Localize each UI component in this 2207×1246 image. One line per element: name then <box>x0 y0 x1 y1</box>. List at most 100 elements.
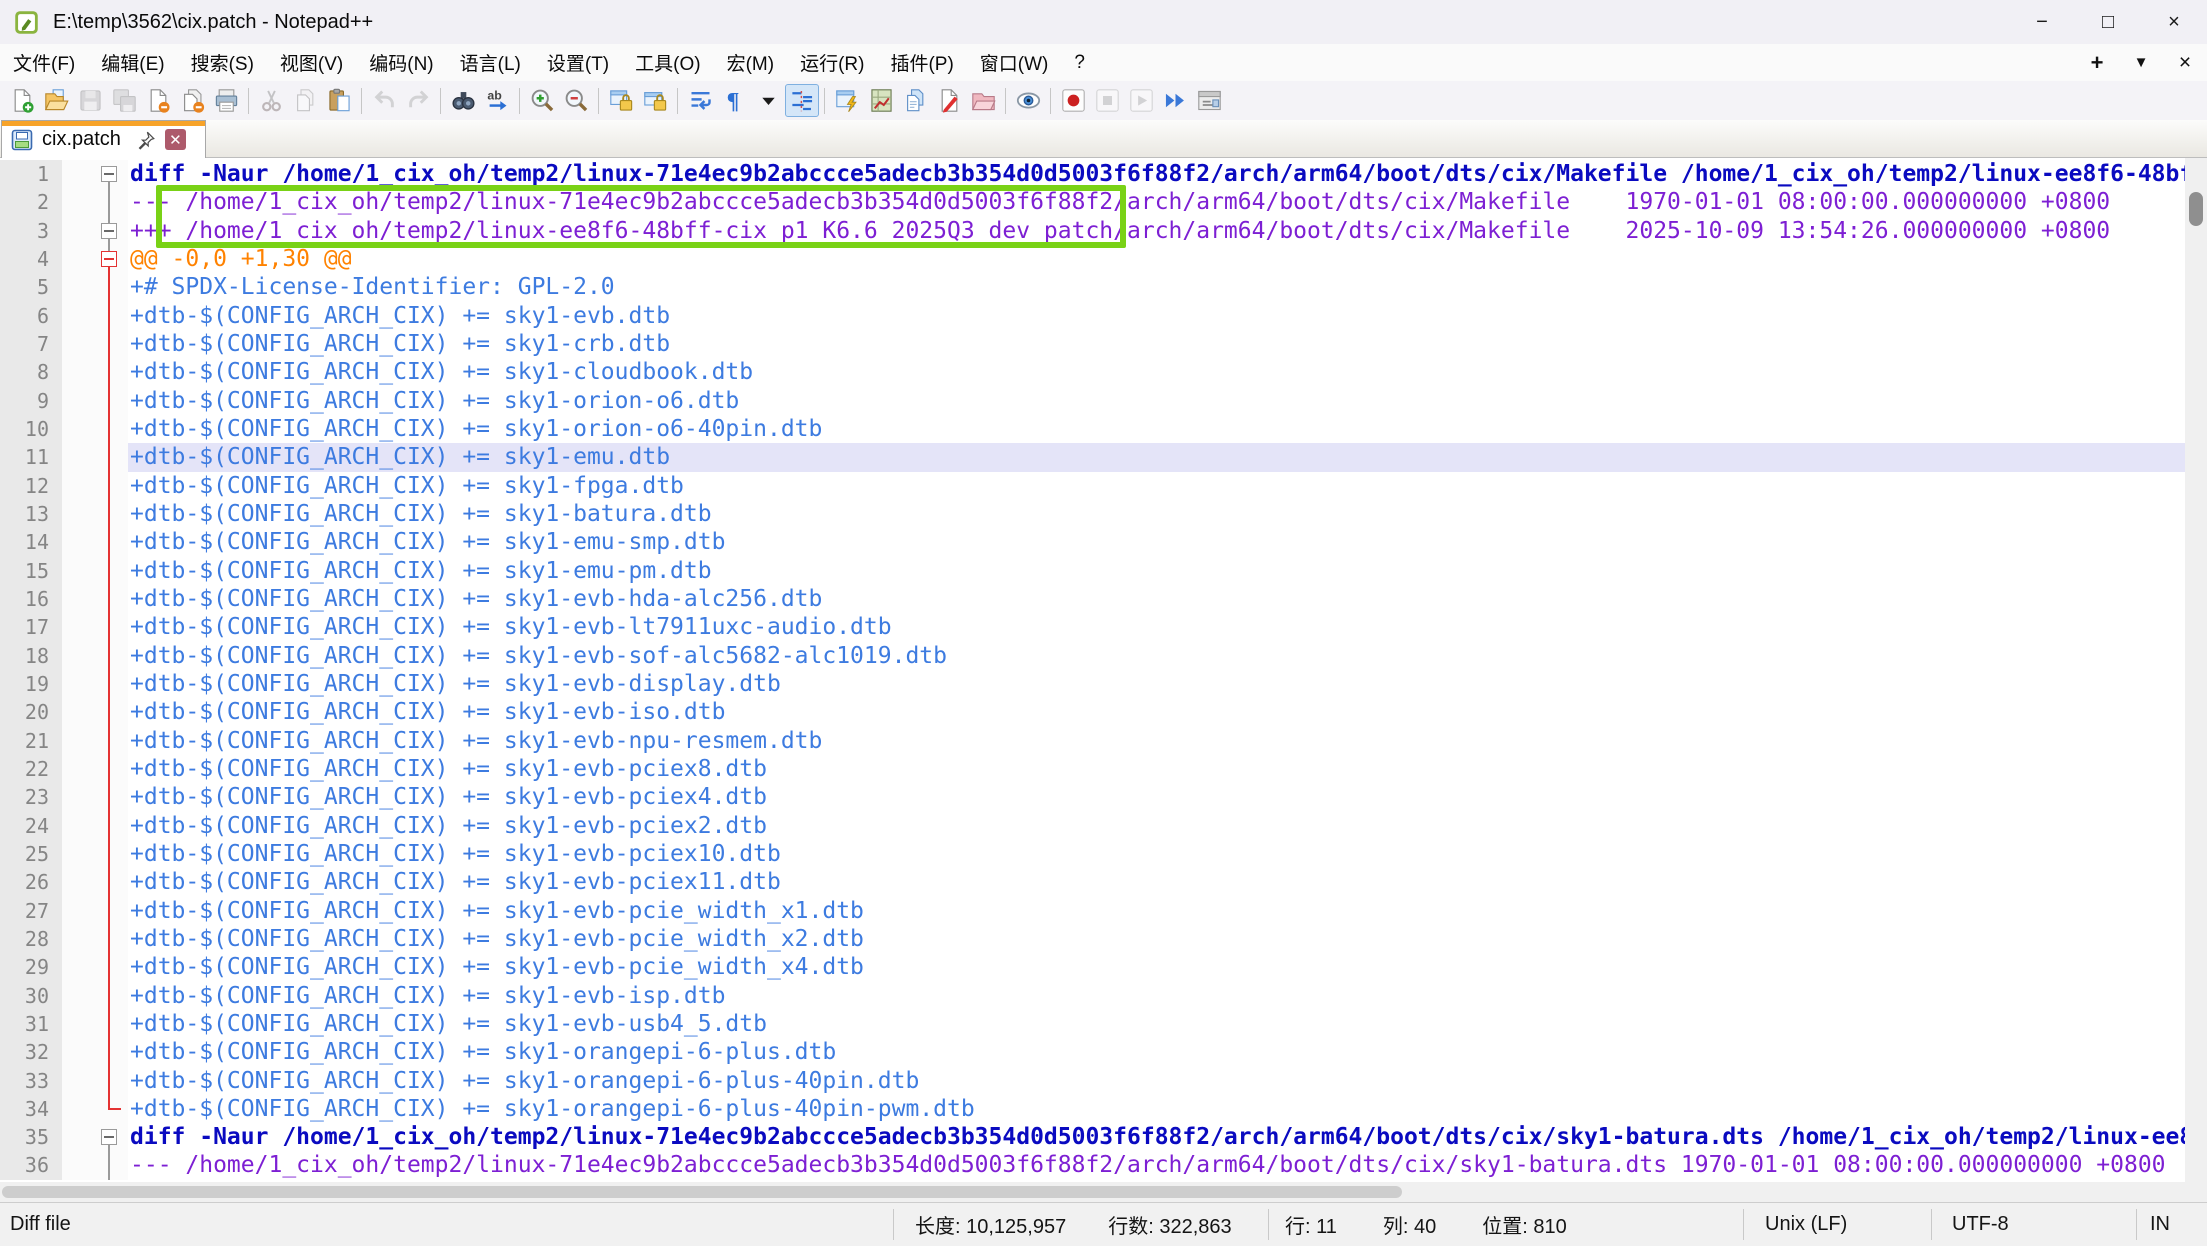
code-text[interactable]: +dtb-$(CONFIG_ARCH_CIX) += sky1-emu.dtb <box>128 443 2185 471</box>
code-text[interactable]: +dtb-$(CONFIG_ARCH_CIX) += sky1-evb-pcie… <box>128 897 2185 925</box>
zoom-out-button[interactable] <box>559 84 593 117</box>
code-text[interactable]: +dtb-$(CONFIG_ARCH_CIX) += sky1-emu-pm.d… <box>128 557 2185 585</box>
close-tab-button[interactable]: × <box>2163 44 2207 81</box>
menu-item-settings[interactable]: 设置(T) <box>534 44 622 81</box>
caret-down-button[interactable] <box>751 84 785 117</box>
code-text[interactable]: +dtb-$(CONFIG_ARCH_CIX) += sky1-orangepi… <box>128 1038 2185 1066</box>
line-number[interactable]: 35 <box>0 1123 62 1151</box>
copy-button[interactable] <box>288 84 322 117</box>
code-text[interactable]: +dtb-$(CONFIG_ARCH_CIX) += sky1-evb-npu-… <box>128 727 2185 755</box>
save-all-button[interactable] <box>107 84 141 117</box>
sync-horizontal-button[interactable] <box>638 84 672 117</box>
line-number[interactable]: 32 <box>0 1038 62 1066</box>
code-text[interactable]: +# SPDX-License-Identifier: GPL-2.0 <box>128 273 2185 301</box>
print-button[interactable] <box>209 84 243 117</box>
code-text[interactable]: +dtb-$(CONFIG_ARCH_CIX) += sky1-evb-pcie… <box>128 812 2185 840</box>
code-text[interactable]: +dtb-$(CONFIG_ARCH_CIX) += sky1-evb-pcie… <box>128 925 2185 953</box>
tab-close-button[interactable]: ✕ <box>165 129 186 150</box>
code-text[interactable]: +dtb-$(CONFIG_ARCH_CIX) += sky1-orion-o6… <box>128 415 2185 443</box>
close-button[interactable]: × <box>2141 0 2207 44</box>
fold-margin[interactable] <box>62 160 128 188</box>
line-number[interactable]: 12 <box>0 472 62 500</box>
function-list-button[interactable] <box>830 84 864 117</box>
code-text[interactable]: +dtb-$(CONFIG_ARCH_CIX) += sky1-evb-iso.… <box>128 698 2185 726</box>
document-map-button[interactable] <box>864 84 898 117</box>
line-number[interactable]: 21 <box>0 727 62 755</box>
fold-margin[interactable] <box>62 245 128 273</box>
undo-button[interactable] <box>367 84 401 117</box>
new-file-button[interactable] <box>5 84 39 117</box>
document-list-button[interactable] <box>898 84 932 117</box>
code-text[interactable]: +dtb-$(CONFIG_ARCH_CIX) += sky1-emu-smp.… <box>128 528 2185 556</box>
line-number[interactable]: 13 <box>0 500 62 528</box>
record-macro-button[interactable] <box>1056 84 1090 117</box>
line-number[interactable]: 31 <box>0 1010 62 1038</box>
line-number[interactable]: 6 <box>0 302 62 330</box>
paste-button[interactable] <box>322 84 356 117</box>
show-all-characters-button[interactable]: ¶ <box>717 84 751 117</box>
save-button[interactable] <box>73 84 107 117</box>
line-number[interactable]: 1 <box>0 160 62 188</box>
line-number[interactable]: 19 <box>0 670 62 698</box>
code-text[interactable]: +dtb-$(CONFIG_ARCH_CIX) += sky1-evb-hda-… <box>128 585 2185 613</box>
stop-macro-button[interactable] <box>1090 84 1124 117</box>
maximize-button[interactable]: □ <box>2075 0 2141 44</box>
indent-guide-button[interactable] <box>785 84 819 117</box>
fold-collapse-box[interactable] <box>101 223 117 239</box>
pin-tab-icon[interactable] <box>135 129 157 151</box>
find-button[interactable] <box>446 84 480 117</box>
minimize-button[interactable]: − <box>2009 0 2075 44</box>
replace-button[interactable]: ab <box>480 84 514 117</box>
code-text[interactable]: +dtb-$(CONFIG_ARCH_CIX) += sky1-evb-pcie… <box>128 868 2185 896</box>
code-text[interactable]: +dtb-$(CONFIG_ARCH_CIX) += sky1-evb-isp.… <box>128 982 2185 1010</box>
code-text[interactable]: +dtb-$(CONFIG_ARCH_CIX) += sky1-evb-sof-… <box>128 642 2185 670</box>
line-number[interactable]: 34 <box>0 1095 62 1123</box>
code-text[interactable]: +dtb-$(CONFIG_ARCH_CIX) += sky1-orangepi… <box>128 1067 2185 1095</box>
code-text[interactable]: +dtb-$(CONFIG_ARCH_CIX) += sky1-orion-o6… <box>128 387 2185 415</box>
line-number[interactable]: 26 <box>0 868 62 896</box>
code-text[interactable]: +dtb-$(CONFIG_ARCH_CIX) += sky1-batura.d… <box>128 500 2185 528</box>
fold-collapse-box[interactable] <box>101 1129 117 1145</box>
line-number[interactable]: 10 <box>0 415 62 443</box>
menu-item-file[interactable]: 文件(F) <box>0 44 88 81</box>
line-number[interactable]: 29 <box>0 953 62 981</box>
menu-item-language[interactable]: 语言(L) <box>447 44 534 81</box>
play-macro-button[interactable] <box>1124 84 1158 117</box>
redo-button[interactable] <box>401 84 435 117</box>
line-number[interactable]: 20 <box>0 698 62 726</box>
line-number[interactable]: 36 <box>0 1151 62 1179</box>
menu-item-run[interactable]: 运行(R) <box>787 44 877 81</box>
line-number[interactable]: 15 <box>0 557 62 585</box>
line-number[interactable]: 23 <box>0 783 62 811</box>
code-text[interactable]: +dtb-$(CONFIG_ARCH_CIX) += sky1-evb-usb4… <box>128 1010 2185 1038</box>
code-text[interactable]: +dtb-$(CONFIG_ARCH_CIX) += sky1-evb-pcie… <box>128 755 2185 783</box>
sync-vertical-button[interactable] <box>604 84 638 117</box>
line-number[interactable]: 22 <box>0 755 62 783</box>
tab-cix-patch[interactable]: cix.patch ✕ <box>1 120 206 158</box>
open-file-button[interactable] <box>39 84 73 117</box>
menu-item-edit[interactable]: 编辑(E) <box>88 44 177 81</box>
vertical-scrollbar-thumb[interactable] <box>2189 192 2203 226</box>
close-all-button[interactable] <box>175 84 209 117</box>
menu-item-encoding[interactable]: 编码(N) <box>356 44 446 81</box>
line-number[interactable]: 2 <box>0 188 62 216</box>
fold-margin[interactable] <box>62 1123 128 1151</box>
menu-item-search[interactable]: 搜索(S) <box>178 44 267 81</box>
horizontal-scrollbar-thumb[interactable] <box>2 1186 1402 1198</box>
code-text[interactable]: +dtb-$(CONFIG_ARCH_CIX) += sky1-evb-disp… <box>128 670 2185 698</box>
run-macro-multiple-button[interactable] <box>1158 84 1192 117</box>
line-number[interactable]: 9 <box>0 387 62 415</box>
line-number[interactable]: 24 <box>0 812 62 840</box>
menu-item-view[interactable]: 视图(V) <box>267 44 356 81</box>
code-text[interactable]: +dtb-$(CONFIG_ARCH_CIX) += sky1-evb-pcie… <box>128 840 2185 868</box>
folder-as-workspace-button[interactable] <box>966 84 1000 117</box>
code-text[interactable]: +dtb-$(CONFIG_ARCH_CIX) += sky1-evb-lt79… <box>128 613 2185 641</box>
code-text[interactable]: +dtb-$(CONFIG_ARCH_CIX) += sky1-cloudboo… <box>128 358 2185 386</box>
line-number[interactable]: 27 <box>0 897 62 925</box>
line-number[interactable]: 7 <box>0 330 62 358</box>
code-text[interactable]: @@ -0,0 +1,30 @@ <box>128 245 2185 273</box>
fold-collapse-box[interactable] <box>101 251 117 267</box>
line-number[interactable]: 28 <box>0 925 62 953</box>
menu-item-macro[interactable]: 宏(M) <box>714 44 787 81</box>
line-number[interactable]: 16 <box>0 585 62 613</box>
